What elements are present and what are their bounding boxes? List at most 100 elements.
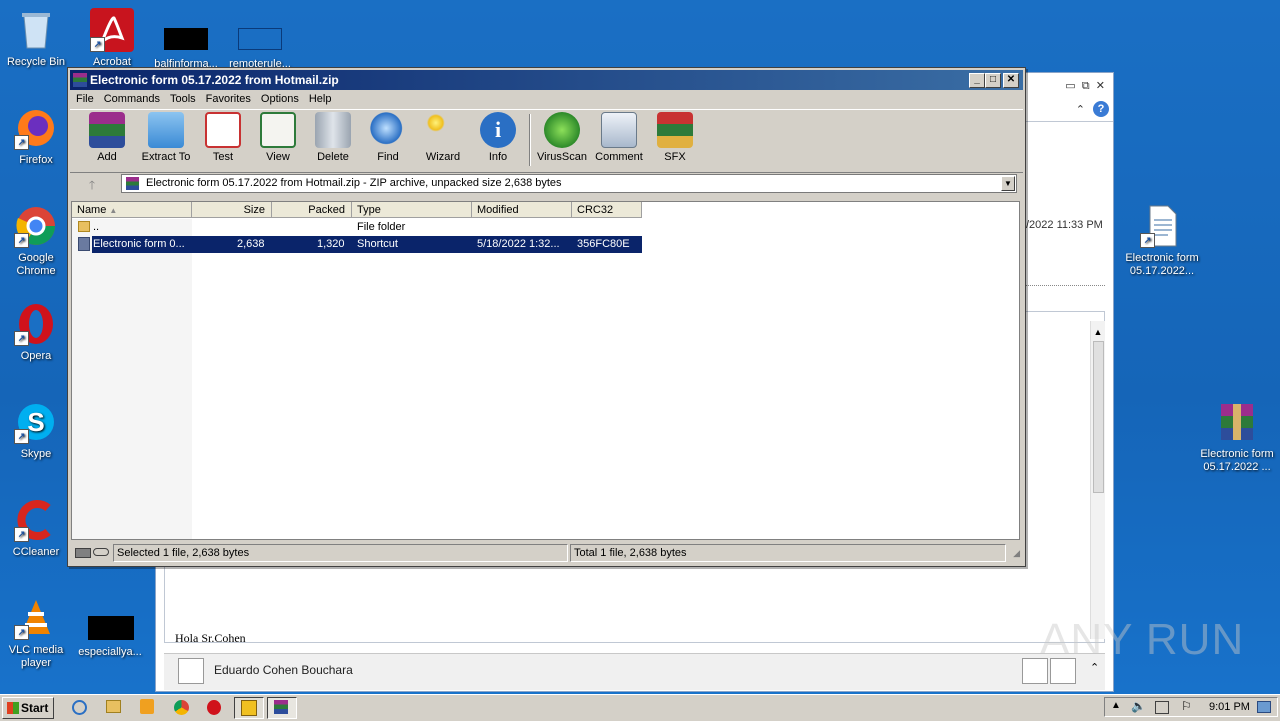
path-combobox[interactable]: Electronic form 05.17.2022 from Hotmail.…	[121, 174, 1017, 193]
desktop-icon-especiallya[interactable]: especiallya...	[75, 596, 145, 659]
virus-icon	[544, 112, 580, 148]
menu-help[interactable]: Help	[304, 90, 337, 108]
restore-icon[interactable]: ⧉	[1082, 80, 1090, 92]
menu-file[interactable]: File	[71, 90, 99, 108]
folder-up-icon	[78, 221, 90, 232]
file-icon	[164, 28, 208, 54]
column-header-modified[interactable]: Modified	[472, 202, 572, 218]
skype-icon: S ↗	[14, 400, 58, 444]
desktop-icon-skype[interactable]: S ↗ Skype	[1, 400, 71, 461]
show-hidden-icons-icon[interactable]: ▲	[1111, 700, 1121, 711]
sender-avatar	[178, 658, 204, 684]
sender-name: Eduardo Cohen Bouchara	[214, 663, 353, 677]
desktop-icon-vlc[interactable]: ↗ VLC media player	[1, 596, 71, 670]
magic-wand-icon	[425, 112, 461, 148]
extract-to-button[interactable]: Extract To	[138, 112, 194, 163]
path-text: Electronic form 05.17.2022 from Hotmail.…	[146, 177, 562, 189]
find-button[interactable]: Find	[367, 112, 409, 163]
message-scrollbar[interactable]: ▲	[1090, 321, 1105, 639]
chrome-taskbar-icon[interactable]	[174, 700, 189, 715]
desktop-icon-recycle-bin[interactable]: Recycle Bin	[1, 8, 71, 69]
column-header-size[interactable]: Size	[192, 202, 272, 218]
status-total: Total 1 file, 2,638 bytes	[574, 547, 687, 559]
key-icon	[93, 548, 109, 556]
info-button[interactable]: i Info	[477, 112, 519, 163]
start-button[interactable]: Start	[2, 697, 54, 719]
desktop-icon-balfinforma[interactable]: balfinforma...	[151, 8, 221, 71]
winrar-icon	[274, 700, 288, 714]
file-explorer-icon[interactable]	[106, 700, 121, 713]
test-button[interactable]: Test	[202, 112, 244, 163]
desktop-icon-electronic-form-doc[interactable]: ↗ Electronic form 05.17.2022...	[1124, 204, 1200, 278]
shortcut-arrow-icon: ↗	[1140, 233, 1155, 248]
close-icon[interactable]: ✕	[1096, 80, 1105, 92]
help-icon[interactable]: ?	[1093, 101, 1109, 117]
virusscan-button[interactable]: VirusScan	[537, 112, 587, 163]
menu-favorites[interactable]: Favorites	[201, 90, 256, 108]
ccleaner-icon: ↗	[14, 498, 58, 542]
desktop-icon-electronic-form-zip[interactable]: Electronic form 05.17.2022 ...	[1197, 400, 1277, 474]
shortcut-arrow-icon: ↗	[14, 331, 29, 346]
comment-button[interactable]: Comment	[594, 112, 644, 163]
desktop-icon-ccleaner[interactable]: ↗ CCleaner	[1, 498, 71, 559]
desktop-icon-label: Electronic form 05.17.2022...	[1125, 252, 1199, 277]
shortcut-file-icon	[78, 237, 90, 251]
acrobat-icon: ↗	[90, 8, 134, 52]
dropdown-arrow-icon[interactable]: ▼	[1001, 176, 1015, 191]
minimize-icon[interactable]: ▭	[1065, 80, 1075, 92]
flag-icon[interactable]: ⚐	[1181, 699, 1192, 713]
winrar-archive-icon	[1215, 400, 1259, 444]
internet-explorer-icon[interactable]	[72, 700, 87, 715]
status-bar: Selected 1 file, 2,638 bytes Total 1 fil…	[71, 544, 1020, 562]
desktop-icon-label: especiallya...	[78, 646, 142, 658]
shortcut-arrow-icon: ↗	[14, 135, 29, 150]
scroll-up-icon[interactable]: ▲	[1091, 327, 1105, 337]
close-button[interactable]: ✕	[1003, 73, 1019, 88]
menu-tools[interactable]: Tools	[165, 90, 201, 108]
wizard-button[interactable]: Wizard	[421, 112, 465, 163]
desktop-icon-chrome[interactable]: ↗ Google Chrome	[1, 204, 71, 278]
table-row[interactable]: .. File folder	[72, 219, 642, 235]
up-folder-button[interactable]: 🡑	[82, 176, 102, 192]
media-player-icon[interactable]	[140, 699, 154, 714]
column-header-name[interactable]: Name ▲	[72, 202, 192, 218]
desktop-icon-label: Recycle Bin	[6, 56, 66, 68]
desktop-icon-remoterule[interactable]: remoterule...	[225, 8, 295, 71]
maximize-button[interactable]: □	[985, 73, 1001, 88]
menu-commands[interactable]: Commands	[99, 90, 165, 108]
outlook-taskbar-button[interactable]	[234, 697, 264, 719]
add-button[interactable]: Add	[86, 112, 128, 163]
view-button[interactable]: View	[256, 112, 300, 163]
shortcut-arrow-icon: ↗	[90, 37, 105, 52]
winrar-taskbar-button[interactable]	[267, 697, 297, 719]
clock[interactable]: 9:01 PM	[1209, 701, 1250, 713]
sfx-button[interactable]: SFX	[654, 112, 696, 163]
show-desktop-icon[interactable]	[1257, 701, 1271, 713]
comment-icon	[601, 112, 637, 148]
column-header-crc32[interactable]: CRC32	[572, 202, 642, 218]
desktop-icon-firefox[interactable]: ↗ Firefox	[1, 106, 71, 167]
desktop-icon-opera[interactable]: ↗ Opera	[1, 302, 71, 363]
desktop-icon-acrobat[interactable]: ↗ Acrobat	[77, 8, 147, 69]
collapse-icon[interactable]: ⌃	[1076, 103, 1085, 116]
vlc-icon: ↗	[14, 596, 58, 640]
menu-options[interactable]: Options	[256, 90, 304, 108]
document-icon: ↗	[1140, 204, 1184, 248]
minimize-button[interactable]: _	[969, 73, 985, 88]
resize-grip-icon[interactable]: ◢	[1013, 548, 1020, 559]
opera-taskbar-icon[interactable]	[207, 700, 221, 715]
svg-text:S: S	[27, 407, 44, 437]
book-icon	[260, 112, 296, 148]
file-icon	[88, 616, 134, 642]
column-header-packed[interactable]: Packed	[272, 202, 352, 218]
shortcut-arrow-icon: ↗	[14, 233, 29, 248]
window-controls: ▭ ⧉ ✕	[1065, 79, 1105, 93]
table-row-selected[interactable]: Electronic form 0... 2,638 1,320 Shortcu…	[72, 236, 642, 253]
trash-icon	[315, 112, 351, 148]
winrar-title-bar[interactable]: Electronic form 05.17.2022 from Hotmail.…	[70, 70, 1023, 90]
delete-button[interactable]: Delete	[312, 112, 354, 163]
column-header-type[interactable]: Type	[352, 202, 472, 218]
network-icon[interactable]	[1155, 701, 1169, 714]
volume-icon[interactable]: 🔈	[1131, 699, 1146, 713]
firefox-icon: ↗	[14, 106, 58, 150]
